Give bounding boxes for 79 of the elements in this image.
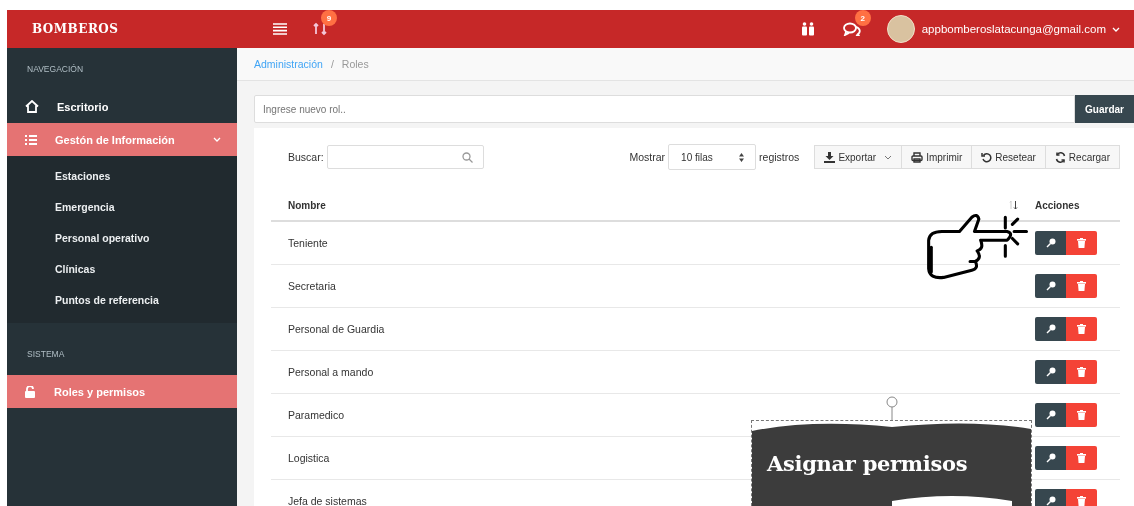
callout-text: Asignar permisos (767, 451, 968, 476)
sidebar-section-title: SISTEMA (26, 348, 66, 361)
breadcrumb-separator: / (330, 58, 334, 70)
selection-frame[interactable]: Asignar permisos (751, 420, 1032, 506)
key-icon (1045, 238, 1056, 248)
sidebar-subitem[interactable]: Puntos de referencia (7, 284, 237, 315)
people-icon[interactable] (800, 22, 815, 36)
save-button[interactable]: Guardar (1075, 95, 1134, 123)
sidebar-subitem[interactable]: Estaciones (7, 160, 237, 191)
export-button[interactable]: Exportar (814, 145, 903, 169)
trash-icon (1077, 367, 1086, 377)
key-icon (1045, 496, 1056, 506)
sort-icon[interactable] (1009, 200, 1018, 210)
sidebar-subitem[interactable]: Emergencia (7, 191, 237, 222)
delete-button[interactable] (1066, 489, 1097, 506)
home-icon (25, 100, 39, 113)
table-cell: Personal a mando (271, 350, 1035, 394)
download-icon (824, 151, 836, 163)
permissions-button[interactable] (1035, 360, 1066, 384)
trash-icon (1077, 453, 1086, 463)
refresh-icon (1054, 151, 1066, 163)
key-icon (1045, 324, 1056, 334)
trash-icon (1077, 324, 1086, 334)
permissions-button[interactable] (1035, 274, 1066, 298)
key-icon (1045, 367, 1056, 377)
message-badge: 2 (854, 10, 871, 26)
key-icon (1045, 453, 1056, 463)
column-header: Acciones (1035, 199, 1080, 211)
permissions-button[interactable] (1035, 231, 1066, 255)
trash-icon (1077, 496, 1086, 506)
permissions-button[interactable] (1035, 446, 1066, 470)
list-icon (25, 134, 37, 145)
new-role-field[interactable]: Ingrese nuevo rol.. (254, 95, 1076, 123)
swap-arrows-icon[interactable] (313, 22, 327, 36)
trash-icon (1077, 410, 1086, 420)
reset-button[interactable]: Resetear (971, 145, 1046, 169)
delete-button[interactable] (1066, 231, 1097, 255)
rotate-handle-icon[interactable] (884, 395, 900, 421)
search-icon (461, 151, 473, 163)
brand-logo: BOMBEROS (31, 22, 120, 36)
permissions-button[interactable] (1035, 403, 1066, 427)
sidebar-subitem[interactable]: Personal operativo (7, 222, 237, 253)
delete-button[interactable] (1066, 317, 1097, 341)
unlock-icon (25, 385, 36, 398)
sidebar-item[interactable]: Escritorio (7, 90, 237, 123)
table-cell: Teniente (271, 221, 1035, 265)
sidebar-section-title: NAVEGACIÓN (26, 63, 85, 76)
print-button[interactable]: Imprimir (901, 145, 973, 169)
table-cell: Secretaria (271, 264, 1035, 308)
sidebar-subitem[interactable]: Clínicas (7, 253, 237, 284)
reload-button[interactable]: Recargar (1044, 145, 1120, 169)
notification-badge: 9 (321, 10, 337, 26)
chevron-down-icon (1112, 26, 1120, 32)
trash-icon (1077, 281, 1086, 291)
menu-icon[interactable] (273, 23, 287, 35)
delete-button[interactable] (1066, 403, 1097, 427)
key-icon (1045, 281, 1056, 291)
chevron-down-icon (884, 154, 893, 160)
column-header[interactable]: Nombre (288, 199, 326, 211)
page-size-select[interactable]: 10 filas (668, 144, 757, 170)
undo-icon (981, 151, 993, 163)
chat-icon[interactable] (842, 22, 861, 36)
delete-button[interactable] (1066, 446, 1097, 470)
trash-icon (1077, 238, 1086, 248)
key-icon (1045, 410, 1056, 420)
print-icon (911, 151, 924, 163)
delete-button[interactable] (1066, 360, 1097, 384)
search-label: Buscar: (288, 151, 324, 163)
sort-arrows-icon (738, 151, 746, 163)
search-field[interactable] (326, 145, 484, 169)
permissions-button[interactable] (1035, 317, 1066, 341)
breadcrumb-current: Roles (341, 58, 369, 70)
show-label: Mostrar (629, 151, 666, 163)
permissions-button[interactable] (1035, 489, 1066, 506)
records-label: registros (759, 151, 800, 163)
user-menu[interactable]: appbomberoslatacunga@gmail.com (921, 23, 1120, 35)
table-cell: Personal de Guardia (271, 307, 1035, 351)
avatar[interactable] (886, 15, 915, 43)
delete-button[interactable] (1066, 274, 1097, 298)
